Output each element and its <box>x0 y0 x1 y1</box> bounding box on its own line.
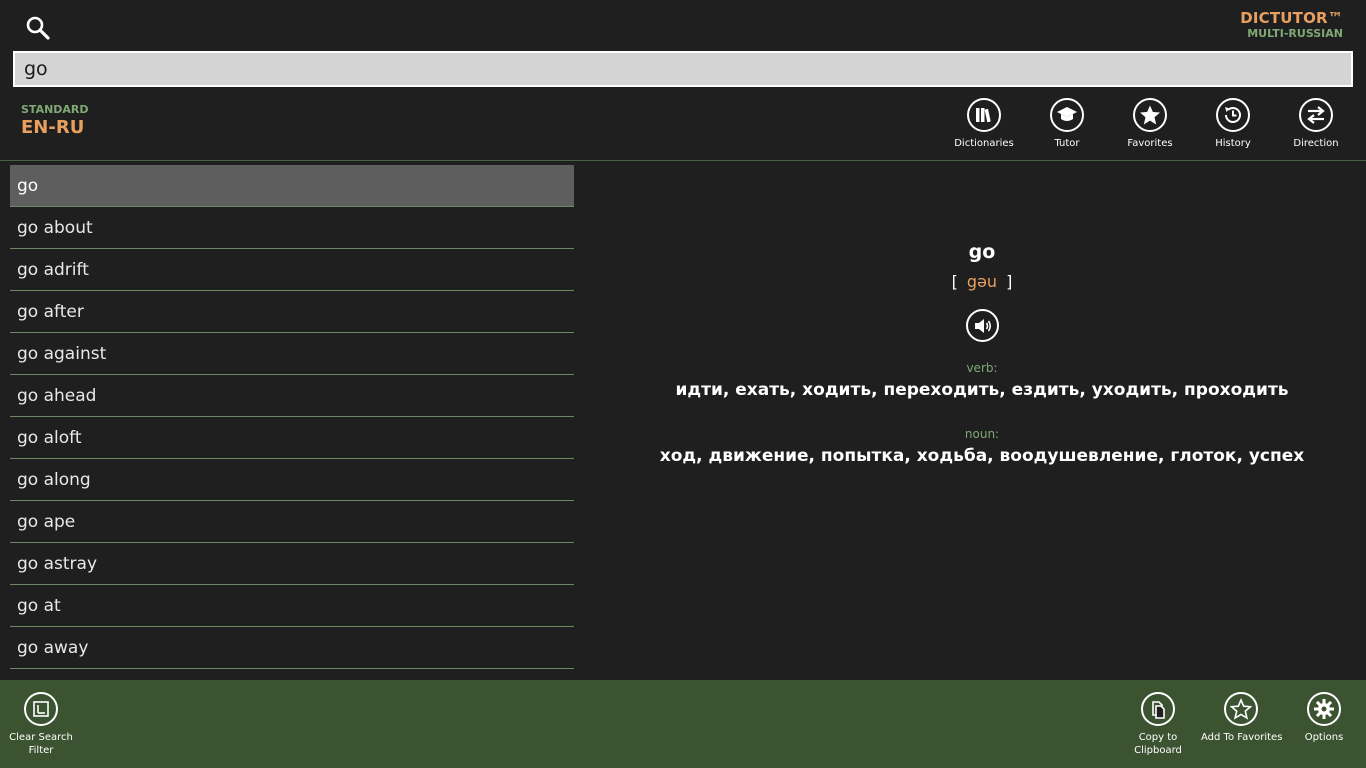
clear-search-filter-label: Clear Search Filter <box>9 732 73 756</box>
direction-button[interactable]: Direction <box>1276 98 1356 149</box>
word-list-item[interactable]: go against <box>10 333 574 375</box>
sense-pos-verb: verb: <box>966 361 998 375</box>
options-button[interactable]: Options <box>1284 692 1364 744</box>
word-list-item[interactable]: go after <box>10 291 574 333</box>
word-list-item[interactable]: go away <box>10 627 574 669</box>
speaker-icon <box>974 318 991 333</box>
clipboard-icon <box>1141 692 1175 726</box>
word-list: go go about go adrift go after go agains… <box>10 165 574 669</box>
favorites-label: Favorites <box>1127 138 1173 149</box>
top-toolbar: Dictionaries Tutor Favorites History Dir… <box>0 98 1366 154</box>
phonetic-text: gəu <box>966 272 998 291</box>
sense-translation-noun: ход, движение, попытка, ходьба, воодушев… <box>659 446 1305 466</box>
sense-translation-verb: идти, ехать, ходить, переходить, ездить,… <box>675 380 1289 400</box>
clear-filter-icon <box>24 692 58 726</box>
add-to-favorites-button[interactable]: Add To Favorites <box>1201 692 1283 744</box>
word-list-item[interactable]: go <box>10 165 574 207</box>
options-label: Options <box>1304 732 1344 743</box>
word-list-item[interactable]: go aloft <box>10 417 574 459</box>
header-divider <box>0 160 1366 161</box>
gear-icon <box>1307 692 1341 726</box>
word-list-item[interactable]: go about <box>10 207 574 249</box>
word-list-item[interactable]: go adrift <box>10 249 574 291</box>
entry-phonetic: [ gəu ] <box>600 272 1364 291</box>
clear-search-filter-button[interactable]: Clear Search Filter <box>1 692 81 757</box>
swap-arrows-icon <box>1299 98 1333 132</box>
word-list-item[interactable]: go along <box>10 459 574 501</box>
word-list-item[interactable]: go at <box>10 585 574 627</box>
sense-pos-noun: noun: <box>964 427 1000 441</box>
tutor-button[interactable]: Tutor <box>1027 98 1107 149</box>
search-input[interactable] <box>13 51 1353 87</box>
copy-to-clipboard-button[interactable]: Copy to Clipboard <box>1118 692 1198 757</box>
phonetic-bracket-open: [ <box>951 272 958 291</box>
books-icon <box>967 98 1001 132</box>
word-list-item[interactable]: go ape <box>10 501 574 543</box>
phonetic-bracket-close: ] <box>1006 272 1013 291</box>
star-icon <box>1133 98 1167 132</box>
star-outline-icon <box>1224 692 1258 726</box>
favorites-button[interactable]: Favorites <box>1110 98 1190 149</box>
dictionaries-label: Dictionaries <box>954 138 1014 149</box>
tutor-label: Tutor <box>1054 138 1080 149</box>
copy-to-clipboard-label: Copy to Clipboard <box>1134 732 1182 756</box>
graduation-cap-icon <box>1050 98 1084 132</box>
history-button[interactable]: History <box>1193 98 1273 149</box>
direction-label: Direction <box>1293 138 1339 149</box>
word-list-item[interactable]: go ahead <box>10 375 574 417</box>
search-icon[interactable] <box>24 14 52 42</box>
dictionaries-button[interactable]: Dictionaries <box>944 98 1024 149</box>
app-subtitle: MULTI-RUSSIAN <box>1247 27 1343 40</box>
add-to-favorites-label: Add To Favorites <box>1201 732 1283 743</box>
entry-headword: go <box>968 241 996 263</box>
pronounce-button[interactable] <box>966 309 999 342</box>
history-label: History <box>1215 138 1251 149</box>
history-clock-icon <box>1216 98 1250 132</box>
app-title: DICTUTOR™ <box>1240 9 1343 27</box>
app-bar: Clear Search Filter Copy to Clipboard Ad… <box>0 680 1366 768</box>
word-list-item[interactable]: go astray <box>10 543 574 585</box>
app-brand: DICTUTOR™ MULTI-RUSSIAN <box>1240 9 1343 41</box>
